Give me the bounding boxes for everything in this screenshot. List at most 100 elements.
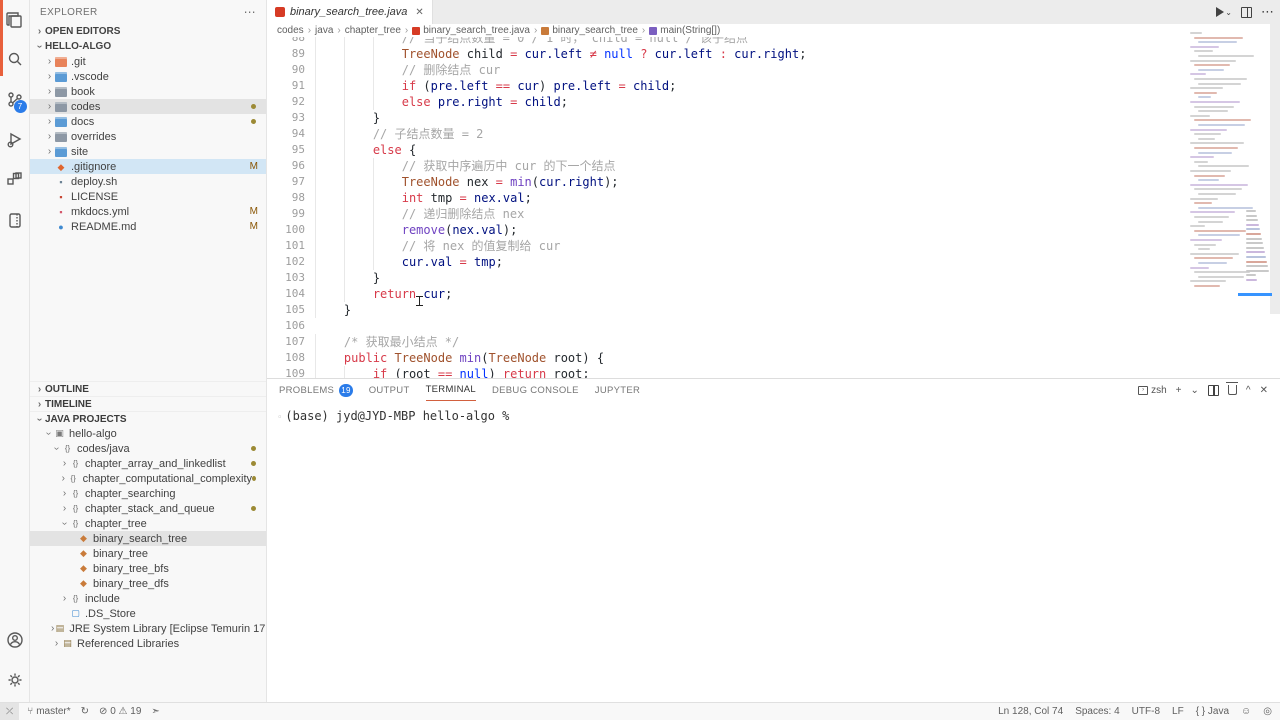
item-label: binary_tree	[93, 548, 148, 560]
file-row-codes[interactable]: ›codes	[30, 99, 266, 114]
kill-terminal-trash-icon[interactable]	[1228, 385, 1237, 395]
feedback-button[interactable]: ☺	[1241, 706, 1251, 717]
section-timeline[interactable]: ›TIMELINE	[30, 396, 266, 411]
breadcrumb-item-binary-search-tree-java[interactable]: binary_search_tree.java	[412, 25, 530, 36]
java-project-row-codes-java[interactable]: ›{}codes/java	[30, 441, 266, 456]
terminal-dropdown-chevron[interactable]: ⌄	[1191, 385, 1199, 396]
file-row-mkdocs-yml[interactable]: ›▪mkdocs.ymlM	[30, 204, 266, 219]
tab-close-icon[interactable]: ✕	[415, 7, 423, 18]
file-row-site[interactable]: ›site	[30, 144, 266, 159]
notifications-bell[interactable]: ◎	[1263, 706, 1272, 717]
sync-button[interactable]: ↻	[81, 706, 89, 717]
breadcrumb-item-codes[interactable]: codes	[277, 25, 304, 36]
line-text: // 将 nex 的值复制给 cur	[315, 238, 560, 254]
editor-scrollbar[interactable]	[1270, 24, 1280, 314]
cursor-position[interactable]: Ln 128, Col 74	[998, 706, 1063, 717]
breadcrumb-item-binary-search-tree[interactable]: binary_search_tree	[541, 25, 638, 36]
new-terminal-button[interactable]: +	[1176, 385, 1182, 396]
panel-tab-jupyter[interactable]: JUPYTER	[595, 379, 640, 401]
encoding[interactable]: UTF-8	[1132, 706, 1160, 717]
settings-gear-icon[interactable]	[0, 660, 30, 700]
java-project-row-chapter-stack-and-queue[interactable]: ›{}chapter_stack_and_queue	[30, 501, 266, 516]
java-project-row-chapter-computational-complexity[interactable]: ›{}chapter_computational_complexity	[30, 471, 266, 486]
code-line-98: 98int tmp = nex.val;	[267, 190, 1188, 206]
breadcrumb-item-java[interactable]: java	[315, 25, 333, 36]
file-row--vscode[interactable]: ›.vscode	[30, 69, 266, 84]
file-row--git[interactable]: ›.git	[30, 54, 266, 69]
maximize-panel-chevron[interactable]: ^	[1246, 385, 1251, 396]
java-project-row-binary-tree[interactable]: ›◆binary_tree	[30, 546, 266, 561]
terminal[interactable]: ◦(base) jyd@JYD-MBP hello-algo %	[267, 401, 1280, 423]
minimap[interactable]	[1188, 24, 1270, 378]
close-panel-icon[interactable]: ✕	[1260, 385, 1268, 396]
java-project-row-include[interactable]: ›{}include	[30, 591, 266, 606]
split-terminal-icon[interactable]	[1208, 385, 1219, 396]
minimap-line	[1194, 257, 1233, 259]
editor-more-actions[interactable]: ⋯	[1261, 4, 1274, 20]
tab-binary-search-tree[interactable]: binary_search_tree.java ✕	[267, 0, 433, 24]
indent-guide	[344, 158, 373, 174]
minimap-line	[1190, 170, 1231, 172]
section-java-projects[interactable]: ›JAVA PROJECTS	[30, 411, 266, 426]
package-icon: {}	[70, 504, 81, 513]
open-editors-header[interactable]: › OPEN EDITORS	[30, 24, 266, 39]
file-row-deploy-sh[interactable]: ›▪deploy.sh	[30, 174, 266, 189]
breadcrumb-item-main-string-[interactable]: main(String[])	[649, 25, 720, 36]
java-project-row-binary-tree-dfs[interactable]: ›◆binary_tree_dfs	[30, 576, 266, 591]
java-file-icon	[275, 7, 285, 17]
source-control-icon[interactable]: 7	[0, 80, 30, 120]
remote-indicator[interactable]: ⤫	[0, 703, 19, 720]
breadcrumb-item-chapter-tree[interactable]: chapter_tree	[345, 25, 401, 36]
file-row-book[interactable]: ›book	[30, 84, 266, 99]
panel-tab-terminal[interactable]: TERMINAL	[426, 379, 476, 401]
java-project-row-chapter-array-and-linkedlist[interactable]: ›{}chapter_array_and_linkedlist	[30, 456, 266, 471]
panel-tab-problems[interactable]: PROBLEMS19	[279, 379, 353, 401]
java-project-row-binary-search-tree[interactable]: ›◆binary_search_tree	[30, 531, 266, 546]
rocket-button[interactable]: ➣	[151, 706, 159, 717]
command-decoration: ◦	[277, 413, 282, 423]
minimap-line	[1246, 274, 1256, 276]
minimap-line	[1246, 233, 1261, 235]
java-project-row-jre-system-library-eclipse-temurin-17-17-[interactable]: ›▤JRE System Library [Eclipse Temurin 17…	[30, 621, 266, 636]
language-mode[interactable]: { } Java	[1196, 706, 1229, 717]
breadcrumb[interactable]: codes›java›chapter_tree›binary_search_tr…	[267, 24, 1188, 37]
java-project-row-hello-algo[interactable]: ›▣hello-algo	[30, 426, 266, 441]
git-branch[interactable]: ⑂master*	[27, 706, 70, 717]
account-icon[interactable]	[0, 620, 30, 660]
line-text: int tmp = nex.val;	[315, 190, 532, 206]
eol[interactable]: LF	[1172, 706, 1184, 717]
explorer-icon[interactable]	[0, 0, 30, 40]
file-label: .vscode	[71, 71, 109, 83]
minimap-line	[1190, 225, 1205, 227]
shell-selector[interactable]: ›zsh	[1138, 385, 1167, 396]
package-icon: {}	[70, 489, 81, 498]
file-row--gitignore[interactable]: ›◆.gitignoreM	[30, 159, 266, 174]
file-row-license[interactable]: ›▪LICENSE	[30, 189, 266, 204]
panel-tab-debug-console[interactable]: DEBUG CONSOLE	[492, 379, 579, 401]
line-number: 99	[267, 206, 305, 222]
file-row-readme-md[interactable]: ›●README.mdM	[30, 219, 266, 234]
root-folder-header[interactable]: › HELLO-ALGO	[30, 39, 266, 54]
extensions-icon[interactable]	[0, 160, 30, 200]
section-outline[interactable]: ›OUTLINE	[30, 381, 266, 396]
search-icon[interactable]	[0, 40, 30, 80]
run-debug-icon[interactable]	[0, 120, 30, 160]
run-button[interactable]: ⌄	[1216, 7, 1232, 17]
file-icon: ▢	[70, 608, 81, 619]
java-project-row-chapter-searching[interactable]: ›{}chapter_searching	[30, 486, 266, 501]
notebook-icon[interactable]	[0, 200, 30, 240]
java-project-row-referenced-libraries[interactable]: ›▤Referenced Libraries	[30, 636, 266, 651]
chevron-right-icon: ›	[43, 428, 54, 439]
split-editor-icon[interactable]	[1241, 7, 1252, 18]
problems-summary[interactable]: ⊘ 0 ⚠ 19	[99, 706, 141, 717]
file-row-docs[interactable]: ›docs	[30, 114, 266, 129]
java-project-row--ds-store[interactable]: ›▢.DS_Store	[30, 606, 266, 621]
code-editor[interactable]: 88// 当子结点数量 = 0 / 1 时， child = null / 该子…	[267, 24, 1280, 378]
file-label: docs	[71, 116, 94, 128]
indentation[interactable]: Spaces: 4	[1075, 706, 1119, 717]
file-row-overrides[interactable]: ›overrides	[30, 129, 266, 144]
java-project-row-chapter-tree[interactable]: ›{}chapter_tree	[30, 516, 266, 531]
panel-tab-output[interactable]: OUTPUT	[369, 379, 410, 401]
java-project-row-binary-tree-bfs[interactable]: ›◆binary_tree_bfs	[30, 561, 266, 576]
explorer-more-button[interactable]: ⋯	[244, 5, 256, 19]
